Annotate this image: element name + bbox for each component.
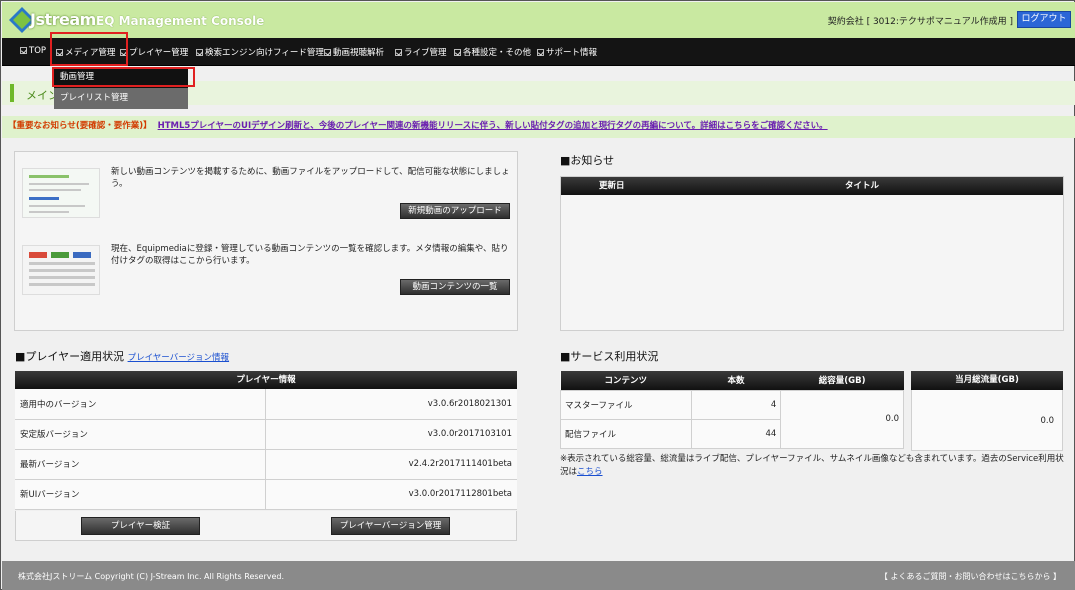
menu-item-playlist-management[interactable]: プレイリスト管理 (54, 88, 188, 109)
checkbox-icon (537, 49, 544, 56)
title-accent-bar (10, 84, 14, 102)
nav-label: 動画視聴解析 (333, 48, 385, 58)
capacity-value: 0.0 (780, 389, 904, 449)
row-label: 配信ファイル (560, 418, 692, 449)
notice-link[interactable]: HTML5プレイヤーのUIデザイン刷新と、今後のプレイヤー関連の新機能リリースに… (158, 121, 828, 131)
col-capacity: 総容量(GB) (780, 371, 904, 390)
list-thumbnail (22, 245, 100, 295)
row-value: v3.0.0r2017103101 (264, 419, 517, 450)
highlight-media-menu (50, 32, 128, 66)
nav-label: 各種設定・その他 (463, 48, 532, 58)
row-value: v3.0.0r2017112801beta (264, 479, 517, 510)
service-title: ■サービス利用状況 (560, 350, 659, 363)
row-value: v2.4.2r2017111401beta (264, 449, 517, 480)
video-content-list-button[interactable]: 動画コンテンツの一覧 (400, 279, 510, 295)
app-header: Jstream EQ Management Console 契約会社 [ 301… (2, 2, 1075, 38)
nav-item-player[interactable]: プレイヤー管理 (120, 46, 188, 58)
logout-button[interactable]: ログアウト (1017, 11, 1071, 28)
monthly-value: 0.0 (1040, 416, 1054, 426)
important-notice: 【重要なお知らせ(要確認・要作業)】 HTML5プレイヤーのUIデザイン刷新と、今… (2, 116, 1075, 138)
news-col-date: 更新日 (599, 181, 625, 191)
table-row: マスターファイル 4 0.0 (560, 389, 904, 449)
col-monthly: 当月総流量(GB) (911, 371, 1063, 390)
player-version-info-link[interactable]: プレイヤーバージョン情報 (128, 353, 230, 363)
upload-screen-icon (23, 169, 99, 217)
past-usage-link[interactable]: こちら (577, 467, 603, 477)
row-label: 最新バージョン (15, 449, 265, 480)
monthly-traffic-box: 当月総流量(GB) 0.0 (911, 371, 1063, 451)
upload-description: 新しい動画コンテンツを掲載するために、動画ファイルをアップロードして、配信可能な… (111, 167, 510, 189)
row-label: 新UIバージョン (15, 479, 265, 510)
row-label: 適用中のバージョン (15, 389, 265, 420)
player-info-table: 適用中のバージョン v3.0.6r2018021301 安定版バージョン v3.… (15, 389, 517, 510)
table-row: 新UIバージョン v3.0.0r2017112801beta (15, 479, 517, 510)
console-window: Jstream EQ Management Console 契約会社 [ 301… (0, 0, 1075, 590)
faq-contact-link[interactable]: 【 よくあるご質問・お問い合わせはこちらから 】 (880, 571, 1061, 582)
footnote-text: ※表示されている総容量、総流量はライブ配信、プレイヤーファイル、サムネイル画像な… (560, 454, 1064, 477)
nav-item-feed[interactable]: 検索エンジン向けフィード管理 (196, 46, 324, 58)
news-title: ■お知らせ (560, 154, 615, 167)
nav-label: 検索エンジン向けフィード管理 (205, 48, 324, 58)
player-title: ■プレイヤー適用状況 (15, 350, 125, 363)
news-panel: 更新日 タイトル (560, 176, 1064, 331)
jstream-logo[interactable]: Jstream (8, 6, 96, 34)
table-row: 適用中のバージョン v3.0.6r2018021301 (15, 389, 517, 420)
upload-thumbnail (22, 168, 100, 218)
row-value: v3.0.6r2018021301 (264, 389, 517, 420)
nav-label: サポート情報 (546, 48, 598, 58)
nav-item-live[interactable]: ライブ管理 (395, 46, 447, 58)
nav-item-top[interactable]: TOP (20, 46, 46, 56)
col-count: 本数 (691, 371, 781, 390)
checkbox-icon (395, 49, 402, 56)
list-screen-icon (23, 246, 99, 294)
row-count: 44 (690, 418, 782, 449)
app-title: EQ Management Console (96, 14, 265, 28)
checkbox-icon (324, 49, 331, 56)
row-count: 4 (690, 389, 782, 420)
nav-item-analytics[interactable]: 動画視聴解析 (324, 46, 384, 58)
col-content: コンテンツ (560, 371, 692, 390)
player-version-manage-button[interactable]: プレイヤーバージョン管理 (331, 517, 450, 535)
nav-item-settings[interactable]: 各種設定・その他 (454, 46, 531, 58)
player-section-title: ■プレイヤー適用状況 プレイヤーバージョン情報 (15, 348, 229, 364)
player-verify-button[interactable]: プレイヤー検証 (81, 517, 200, 535)
new-video-upload-button[interactable]: 新規動画のアップロード (400, 203, 510, 219)
list-description: 現在、Equipmediaに登録・管理している動画コンテンツの一覧を確認します。… (111, 244, 509, 266)
checkbox-icon (454, 49, 461, 56)
nav-label: ライブ管理 (404, 48, 447, 58)
table-row: 安定版バージョン v3.0.0r2017103101 (15, 419, 517, 450)
nav-label: プレイヤー管理 (129, 48, 189, 58)
service-footnote: ※表示されている総容量、総流量はライブ配信、プレイヤーファイル、サムネイル画像な… (560, 453, 1064, 479)
media-panel: 新しい動画コンテンツを掲載するために、動画ファイルをアップロードして、配信可能な… (14, 151, 518, 331)
row-label: マスターファイル (560, 389, 692, 420)
player-info-header: プレイヤー情報 (15, 371, 517, 389)
service-header-row: コンテンツ 本数 総容量(GB) (560, 371, 904, 390)
table-row: 最新バージョン v2.4.2r2017111401beta (15, 449, 517, 480)
news-col-title: タイトル (845, 181, 880, 191)
main-nav: TOP メディア管理 プレイヤー管理 検索エンジン向けフィード管理 動画視聴解析… (2, 38, 1075, 66)
row-label: 安定版バージョン (15, 419, 265, 450)
highlight-video-menu (52, 67, 195, 87)
contract-info: 契約会社 [ 3012:テクサポマニュアル作成用 ] (827, 17, 1013, 27)
page-footer: 株式会社Jストリーム Copyright (C) J-Stream Inc. A… (2, 561, 1075, 590)
news-table-header: 更新日 タイトル (561, 177, 1063, 195)
checkbox-icon (20, 47, 27, 54)
nav-item-support[interactable]: サポート情報 (537, 46, 597, 58)
service-table: コンテンツ 本数 総容量(GB) マスターファイル 4 0.0 配信ファイル 4… (560, 371, 904, 449)
logo-text: Jstream (30, 10, 96, 29)
copyright: 株式会社Jストリーム Copyright (C) J-Stream Inc. A… (18, 572, 285, 581)
nav-label: TOP (29, 46, 47, 56)
notice-label: 【重要なお知らせ(要確認・要作業)】 (8, 121, 152, 131)
checkbox-icon (196, 49, 203, 56)
